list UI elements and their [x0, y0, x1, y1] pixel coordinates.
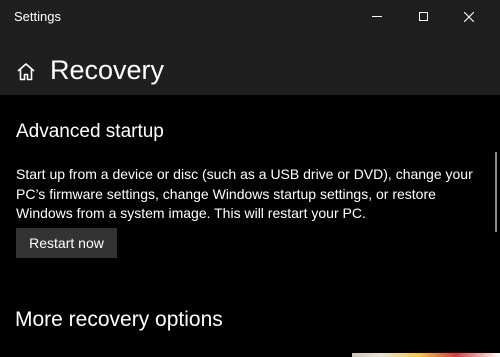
- close-icon: [464, 11, 474, 22]
- close-button[interactable]: [446, 0, 492, 33]
- advanced-startup-heading: Advanced startup: [16, 121, 164, 142]
- content-area: Advanced startup Start up from a device …: [0, 95, 500, 357]
- maximize-button[interactable]: [400, 0, 446, 33]
- settings-window: Settings Recovery Advanced startup Start…: [0, 0, 500, 357]
- background-strip: [352, 353, 500, 357]
- minimize-button[interactable]: [354, 0, 400, 33]
- restart-now-button[interactable]: Restart now: [16, 228, 117, 258]
- page-title: Recovery: [50, 55, 165, 85]
- home-icon[interactable]: [16, 62, 36, 82]
- advanced-startup-description: Start up from a device or disc (such as …: [16, 166, 473, 221]
- more-recovery-options-heading: More recovery options: [15, 308, 223, 331]
- scrollbar[interactable]: [495, 152, 497, 232]
- page-header: Recovery: [0, 33, 500, 95]
- window-title: Settings: [14, 9, 61, 24]
- minimize-icon: [372, 16, 382, 17]
- title-bar[interactable]: Settings: [0, 0, 500, 33]
- maximize-icon: [418, 12, 428, 21]
